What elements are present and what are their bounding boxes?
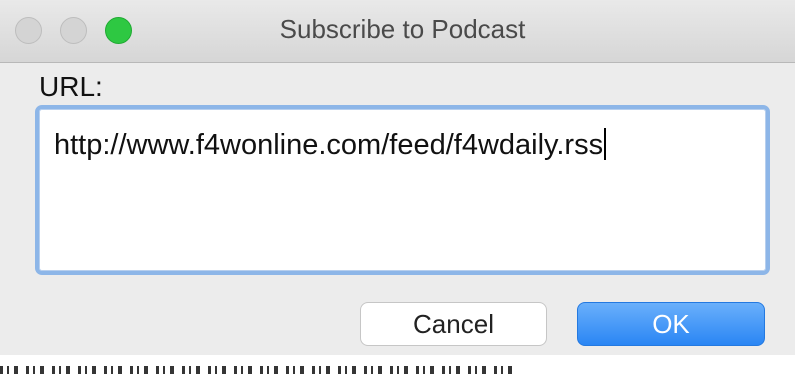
text-caret [604, 128, 607, 160]
url-field[interactable]: http://www.f4wonline.com/feed/f4wdaily.r… [35, 105, 770, 275]
url-text[interactable]: http://www.f4wonline.com/feed/f4wdaily.r… [54, 128, 607, 162]
window-title: Subscribe to Podcast [279, 14, 526, 44]
cancel-button[interactable]: Cancel [360, 302, 547, 346]
ok-button[interactable]: OK [577, 302, 765, 346]
url-label: URL: [39, 71, 103, 102]
title-bar[interactable]: Subscribe to Podcast [0, 0, 795, 63]
garbled-text-artifact [0, 366, 520, 374]
url-value: http://www.f4wonline.com/feed/f4wdaily.r… [54, 129, 604, 161]
subscribe-dialog: Subscribe to Podcast URL: http://www.f4w… [0, 0, 795, 355]
bottom-strip [0, 355, 795, 387]
